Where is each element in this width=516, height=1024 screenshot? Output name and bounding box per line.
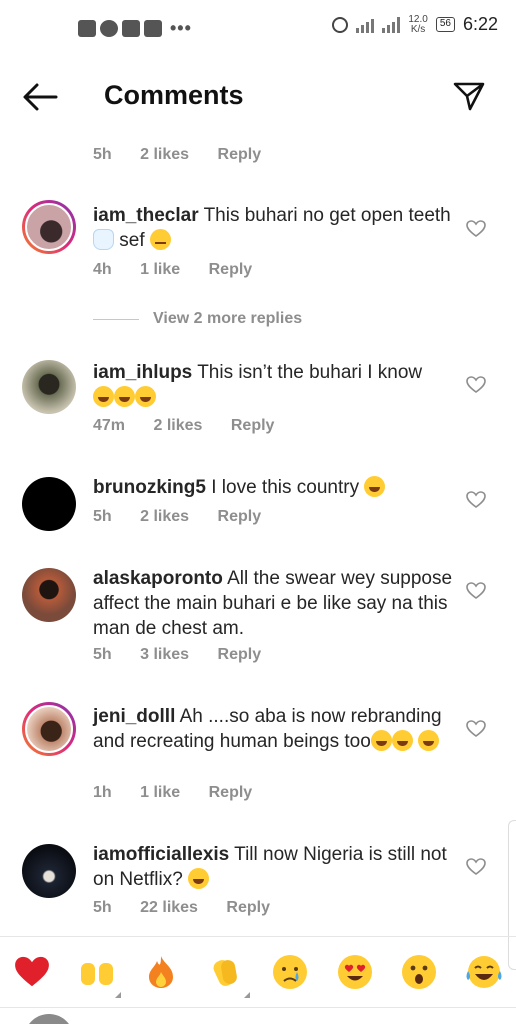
- comment-username[interactable]: iam_ihlups: [93, 362, 192, 383]
- comment-text: iam_ihlups This isn’t the buhari I know: [93, 360, 453, 410]
- like-count[interactable]: 2 likes: [153, 417, 202, 434]
- tears-of-joy-emoji: [370, 730, 392, 751]
- comment-username[interactable]: alaskaporonto: [93, 568, 223, 589]
- reply-button[interactable]: Reply: [209, 784, 253, 801]
- face-with-rolling-eyes-emoji: [149, 229, 171, 250]
- fire-emoji[interactable]: [141, 952, 181, 992]
- astonished-face-emoji[interactable]: [399, 952, 439, 992]
- tears-of-joy-emoji: [364, 476, 386, 497]
- avatar[interactable]: [22, 844, 76, 898]
- tears-of-joy-emoji: [114, 386, 135, 407]
- signal-4g-icon: [382, 16, 401, 33]
- app-n-icon: [122, 20, 140, 37]
- view-more-replies-label[interactable]: View 2 more replies: [153, 310, 302, 328]
- heart-eyes-emoji[interactable]: [335, 952, 375, 992]
- comment-time: 4h: [93, 261, 112, 278]
- view-more-replies[interactable]: View 2 more replies: [93, 310, 302, 328]
- comment-text: brunozking5 I love this country: [93, 475, 453, 500]
- divider: [93, 318, 139, 320]
- comment-meta-row: 5h 2 likes Reply: [93, 508, 285, 526]
- more-notifications-icon: •••: [170, 18, 192, 38]
- current-user-avatar[interactable]: [24, 1014, 74, 1024]
- avatar[interactable]: [22, 477, 76, 531]
- like-heart-icon[interactable]: [466, 376, 486, 394]
- tears-of-joy-emoji: [391, 730, 413, 751]
- comment-username[interactable]: jeni_dolll: [93, 706, 175, 727]
- comment-meta-row: 47m 2 likes Reply: [93, 417, 298, 435]
- comment-username[interactable]: iamofficiallexis: [93, 844, 229, 865]
- like-heart-icon[interactable]: [466, 582, 486, 600]
- red-heart-emoji[interactable]: [12, 952, 52, 992]
- paper-plane-icon[interactable]: [452, 80, 486, 112]
- clock: 6:22: [462, 14, 498, 34]
- reply-button[interactable]: Reply: [218, 508, 262, 525]
- comment-username[interactable]: iam_theclar: [93, 205, 199, 226]
- comment-body: This isn’t the buhari I know: [197, 362, 423, 383]
- tears-of-joy-emoji: [93, 386, 114, 407]
- reply-button[interactable]: Reply: [231, 417, 275, 434]
- avatar[interactable]: [22, 702, 76, 756]
- variant-indicator: [243, 992, 250, 998]
- like-count[interactable]: 2 likes: [140, 508, 189, 525]
- like-count[interactable]: 3 likes: [140, 646, 189, 663]
- message-icon: [78, 20, 96, 37]
- like-heart-icon[interactable]: [466, 858, 486, 876]
- alarm-icon: [332, 16, 349, 33]
- comment-text: alaskaporonto All the swear wey suppose …: [93, 566, 453, 641]
- variant-indicator: [114, 992, 121, 998]
- comments-header: Comments: [0, 60, 516, 136]
- avatar[interactable]: [22, 360, 76, 414]
- tooth-emoji: [93, 229, 114, 250]
- comment-time: 47m: [93, 417, 126, 434]
- like-count[interactable]: 1 like: [140, 261, 180, 278]
- signal-icon: [356, 17, 375, 33]
- comment-meta-row: 5h 2 likes Reply: [93, 146, 285, 164]
- comment-time: 5h: [93, 899, 112, 916]
- crying-face-emoji[interactable]: [270, 952, 310, 992]
- comment-time: 1h: [93, 784, 112, 801]
- network-speed-unit: K/s: [410, 23, 426, 35]
- network-speed: 12.0 K/s: [408, 14, 427, 35]
- avatar[interactable]: [22, 568, 76, 622]
- comment-time: 5h: [93, 508, 112, 525]
- clapping-hands-emoji[interactable]: [206, 952, 250, 998]
- reply-button[interactable]: Reply: [218, 646, 262, 663]
- comment-time: 5h: [93, 646, 112, 663]
- page-title: Comments: [104, 80, 244, 110]
- whatsapp-icon: [100, 20, 118, 37]
- comment-meta-row: 4h 1 like Reply: [93, 261, 276, 279]
- comment-body: This buhari no get open teeth: [203, 205, 451, 226]
- reply-button[interactable]: Reply: [226, 899, 270, 916]
- comment-time: 5h: [93, 146, 112, 163]
- notification-icons: •••: [78, 18, 192, 39]
- tears-of-joy-emoji: [418, 730, 440, 751]
- comment-meta-row: 5h 3 likes Reply: [93, 646, 285, 664]
- video-icon: [144, 20, 162, 37]
- comment-body-tail: sef: [119, 230, 145, 251]
- comment-text: iam_theclar This buhari no get open teet…: [93, 203, 453, 253]
- like-count[interactable]: 22 likes: [140, 899, 198, 916]
- comment-body: I love this country: [211, 477, 360, 498]
- reply-button[interactable]: Reply: [209, 261, 253, 278]
- reply-button[interactable]: Reply: [218, 146, 262, 163]
- like-count[interactable]: 2 likes: [140, 146, 189, 163]
- tears-of-joy-emoji: [188, 868, 210, 889]
- like-heart-icon[interactable]: [466, 220, 486, 238]
- tears-of-joy-emoji: [135, 386, 156, 407]
- arrow-left-icon[interactable]: [22, 82, 58, 112]
- raising-hands-emoji[interactable]: [77, 952, 121, 998]
- emoji-reaction-bar: [0, 936, 516, 1008]
- comment-text: iamofficiallexis Till now Nigeria is sti…: [93, 842, 453, 892]
- comment-text: jeni_dolll Ah ....so aba is now rebrandi…: [93, 704, 453, 754]
- comment-meta-row: 1h 1 like Reply: [93, 784, 276, 802]
- like-heart-icon[interactable]: [466, 491, 486, 509]
- comment-meta-row: 5h 22 likes Reply: [93, 899, 294, 917]
- avatar[interactable]: [22, 200, 76, 254]
- battery-indicator: 56: [435, 17, 455, 32]
- status-bar: ••• 12.0 K/s 56 6:22: [0, 0, 516, 60]
- like-count[interactable]: 1 like: [140, 784, 180, 801]
- comment-username[interactable]: brunozking5: [93, 477, 206, 498]
- tears-of-joy-emoji[interactable]: [464, 952, 504, 992]
- like-heart-icon[interactable]: [466, 720, 486, 738]
